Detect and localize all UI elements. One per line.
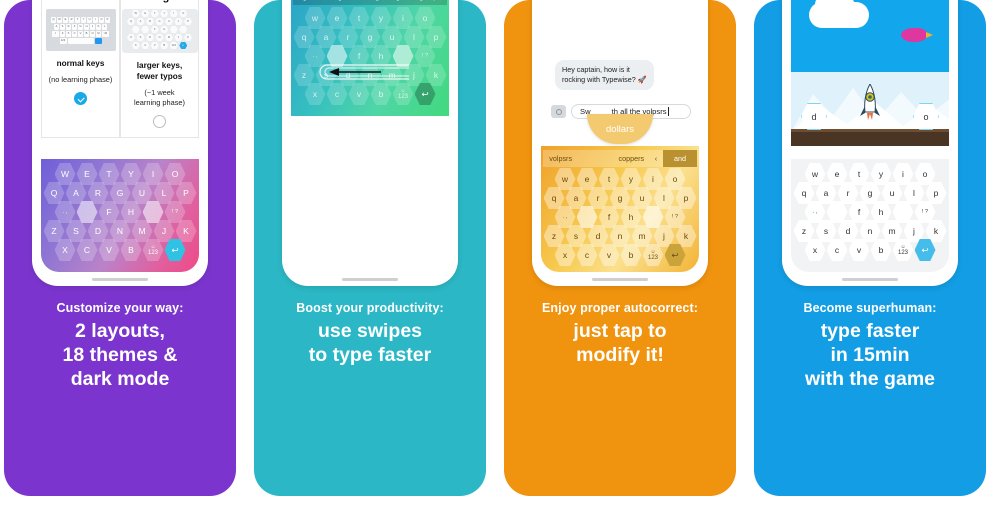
radio-hexagon-unselected[interactable] (153, 115, 166, 128)
card-title: Hexagon (136, 0, 183, 3)
tagline-big: type faster in 15min with the game (804, 320, 936, 390)
emoji-icon: ☺ (400, 88, 406, 94)
key-x[interactable]: x (304, 83, 326, 105)
key-v[interactable]: V (98, 239, 120, 261)
enter-icon: ↩ (671, 249, 679, 260)
autocorrect-keyboard[interactable]: volpsrs dollars coppers ‹ and w e t y i (541, 146, 699, 272)
chat-bubble: Hey captain, how is it rocking with Type… (555, 60, 654, 90)
text-caret (667, 107, 669, 116)
key-c[interactable]: c (326, 83, 348, 105)
suggestion-2[interactable]: green (338, 0, 356, 1)
phone-mockup-4: d o w e t y i o q a r g u l p . , f h ! … (782, 0, 958, 286)
phone-screen-3: Hey captain, how is it rocking with Type… (541, 0, 699, 272)
tagline-layouts: Customize your way: 2 layouts, 18 themes… (4, 300, 236, 391)
tagline-small: Become superhuman: (803, 301, 937, 315)
autocorrect-popup[interactable]: dollars (587, 114, 653, 144)
key-x[interactable]: X (54, 239, 76, 261)
hexagon-keyboard-preview: WETYIO QARGULP FH ZSDNMJK X C V B 123 ↵ (121, 9, 198, 53)
key-b[interactable]: B (120, 239, 142, 261)
home-indicator (342, 278, 398, 281)
bird-icon (901, 28, 933, 42)
key-numeric-123[interactable]: ☺ 123 (392, 83, 414, 105)
tagline-game: Become superhuman: type faster in 15min … (754, 300, 986, 391)
panel-swipes: Swipe left to delete, swipe right to res… (254, 0, 486, 496)
key-c[interactable]: C (76, 239, 98, 261)
emoji-icon: ☺ (150, 244, 156, 250)
home-indicator (842, 278, 898, 281)
enter-icon: ↩ (421, 88, 429, 99)
home-indicator (592, 278, 648, 281)
phone-screen-4: d o w e t y i o q a r g u l p . , f h ! … (791, 0, 949, 272)
suggestion-3[interactable]: coppers (614, 154, 649, 163)
key-b[interactable]: b (870, 239, 892, 261)
emoji-icon: ☺ (900, 244, 906, 250)
card-title: Traditional (52, 0, 109, 3)
traditional-keyboard-preview: QWERTYUIOP ASDFGHJKL ⇧ Z X C V B N M ⌫ 123 (45, 9, 116, 51)
swipe-keyboard[interactable]: great green growing group w e t y i (291, 0, 449, 116)
key-v[interactable]: v (598, 244, 620, 266)
suggestion-3[interactable]: growing (375, 0, 400, 1)
layout-card-traditional[interactable]: Traditional QWERTYUIOP ASDFGHJKL ⇧ZXCVBN… (41, 0, 120, 138)
key-return[interactable]: ↩ (914, 239, 936, 261)
ground (791, 129, 949, 146)
key-numeric-123[interactable]: ☺ 123 (892, 239, 914, 261)
panel-autocorrect: Hey captain, how is it rocking with Type… (504, 0, 736, 496)
key-x[interactable]: x (804, 239, 826, 261)
hexagon-keyboard-themed[interactable]: W E T Y I O Q A R G U L P . , F H ! ? Z … (41, 159, 199, 272)
key-x[interactable]: x (554, 244, 576, 266)
tagline-small: Customize your way: (56, 301, 184, 315)
key-numeric-123[interactable]: ☺ 123 (642, 244, 664, 266)
home-indicator (92, 278, 148, 281)
suggestion-1[interactable]: great (303, 0, 319, 1)
tagline-swipes: Boost your productivity: use swipes to t… (254, 300, 486, 367)
phone-screen-2: Swipe left to delete, swipe right to res… (291, 0, 449, 272)
card-subtitle: larger keys, fewer typos (136, 61, 183, 81)
card-note: (no learning phase) (48, 75, 113, 84)
layout-chooser: Traditional QWERTYUIOP ASDFGHJKL ⇧ZXCVBN… (41, 0, 199, 138)
key-v[interactable]: v (848, 239, 870, 261)
key-return[interactable]: ↩ (164, 239, 186, 261)
card-note: (~1 week learning phase) (134, 88, 185, 107)
enter-icon: ↩ (171, 244, 179, 255)
key-numeric-123[interactable]: ☺ 123 (142, 239, 164, 261)
suggestion-back[interactable]: ‹ (649, 154, 663, 163)
key-c[interactable]: c (826, 239, 848, 261)
key-v[interactable]: v (348, 83, 370, 105)
tagline-autocorrect: Enjoy proper autocorrect: just tap to mo… (504, 300, 736, 367)
cloud-icon (809, 0, 869, 28)
tagline-big: just tap to modify it! (573, 320, 667, 366)
game-keyboard[interactable]: w e t y i o q a r g u l p . , f h ! ? z … (791, 159, 949, 272)
key-return[interactable]: ↩ (664, 244, 686, 266)
typing-game-scene: d o (791, 0, 949, 146)
tagline-small: Enjoy proper autocorrect: (542, 301, 698, 315)
emoji-icon: ☺ (650, 249, 656, 255)
phone-mockup-2: Swipe left to delete, swipe right to res… (282, 0, 458, 286)
key-b[interactable]: b (370, 83, 392, 105)
tagline-small: Boost your productivity: (296, 301, 444, 315)
camera-icon[interactable] (551, 105, 566, 118)
key-return[interactable]: ↩ (414, 83, 436, 105)
phone-mockup-3: Hey captain, how is it rocking with Type… (532, 0, 708, 286)
panel-game: d o w e t y i o q a r g u l p . , f h ! … (754, 0, 986, 496)
rocket-icon (860, 82, 880, 124)
panel-layouts: Traditional QWERTYUIOP ASDFGHJKL ⇧ZXCVBN… (4, 0, 236, 496)
phone-screen-1: Traditional QWERTYUIOP ASDFGHJKL ⇧ZXCVBN… (41, 0, 199, 272)
key-b[interactable]: b (620, 244, 642, 266)
suggestion-1[interactable]: volpsrs (543, 154, 578, 163)
suggestion-4[interactable]: group (419, 0, 437, 1)
card-subtitle: normal keys (56, 59, 105, 68)
suggestion-and[interactable]: and (662, 150, 697, 167)
app-store-screenshot-gallery: Traditional QWERTYUIOP ASDFGHJKL ⇧ZXCVBN… (0, 0, 989, 506)
key-c[interactable]: c (576, 244, 598, 266)
tagline-big: use swipes to type faster (308, 320, 432, 366)
suggestion-bar[interactable]: great green growing group (293, 0, 447, 5)
enter-icon: ↩ (921, 244, 929, 255)
suggestion-bar[interactable]: volpsrs dollars coppers ‹ and (543, 150, 697, 167)
radio-traditional-selected[interactable] (74, 92, 87, 105)
tagline-big: 2 layouts, 18 themes & dark mode (62, 320, 178, 390)
phone-mockup-1: Traditional QWERTYUIOP ASDFGHJKL ⇧ZXCVBN… (32, 0, 208, 286)
layout-card-hexagon[interactable]: Hexagon WETYIO QARGULP FH ZSDNMJK XCVB12… (120, 0, 199, 138)
